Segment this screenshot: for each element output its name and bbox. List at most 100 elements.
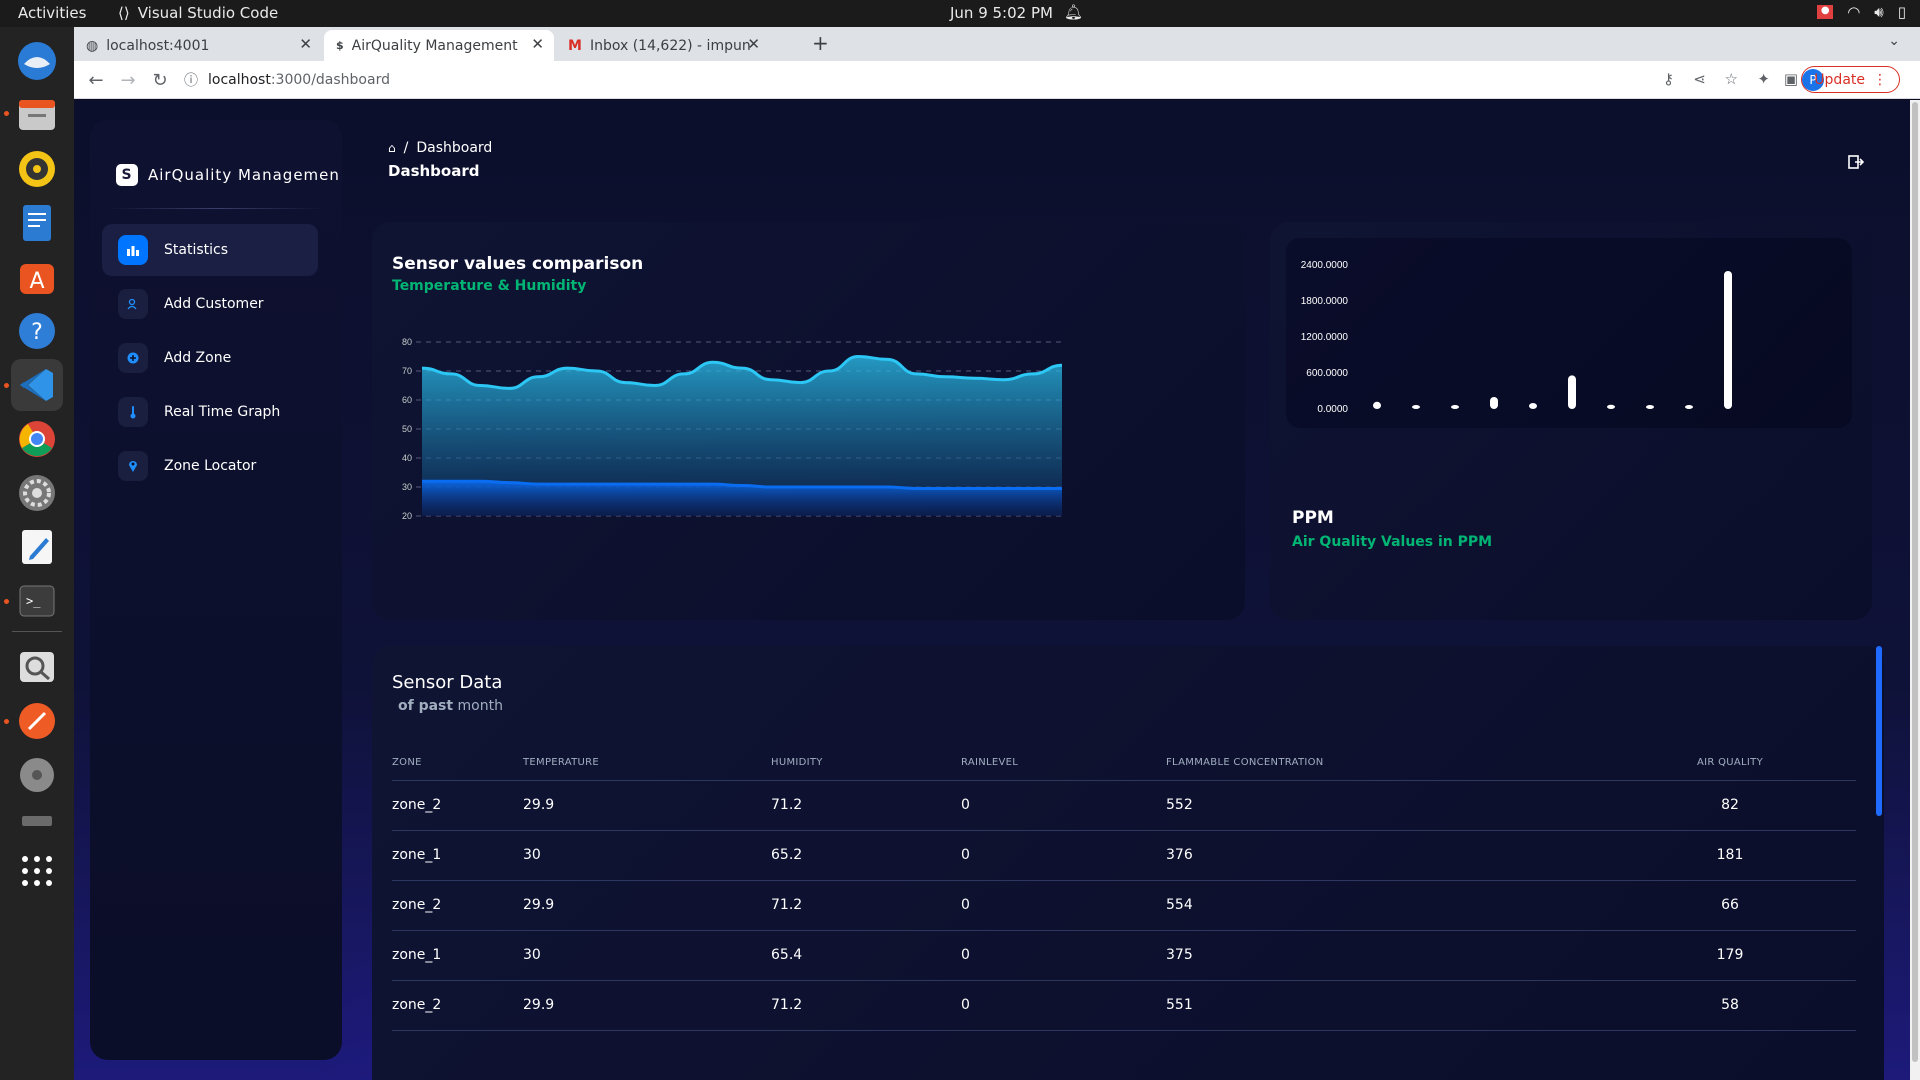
column-header-temperature[interactable]: TEMPERATURE — [523, 746, 771, 781]
brand-name: AirQuality Managemen — [148, 166, 340, 184]
sidebar-item-real-time-graph[interactable]: Real Time Graph — [102, 386, 318, 438]
ppm-bar[interactable] — [1607, 404, 1615, 409]
cell-air-quality: 179 — [1604, 930, 1856, 981]
sidebar-item-statistics[interactable]: Statistics — [102, 224, 318, 276]
browser-tab-active[interactable]: $ AirQuality Management S ✕ — [324, 30, 554, 61]
tab-search-icon[interactable]: ⌄ — [1888, 33, 1900, 49]
ppm-bar[interactable] — [1373, 401, 1381, 409]
cell-rainlevel: 0 — [961, 880, 1166, 931]
new-tab-icon[interactable]: + — [812, 31, 829, 55]
vscode-dock-icon[interactable] — [11, 359, 63, 411]
cell-zone: zone_1 — [392, 930, 523, 981]
chart-series — [421, 354, 1063, 516]
map-pin-icon — [118, 451, 148, 481]
browser-tab[interactable]: ◍ localhost:4001 ✕ — [74, 30, 322, 61]
table-header-row: ZONE TEMPERATURE HUMIDITY RAINLEVEL FLAM… — [392, 746, 1856, 781]
column-header-air-quality[interactable]: AIR QUALITY — [1604, 746, 1856, 781]
table-row[interactable]: zone_1 30 65.4 0 375 179 — [392, 930, 1856, 981]
clock[interactable]: Jun 9 5:02 PM — [950, 4, 1053, 22]
help-icon[interactable]: ? — [11, 305, 63, 357]
active-app-menu[interactable]: ⟨⟩ Visual Studio Code — [118, 4, 278, 22]
page-scrollbar[interactable] — [1910, 100, 1920, 1080]
wifi-icon: ◠ — [1847, 3, 1861, 21]
brand[interactable]: S AirQuality Managemen — [116, 164, 340, 186]
side-panel-icon[interactable]: ▣ — [1784, 70, 1798, 88]
table-row[interactable]: zone_2 29.9 71.2 0 552 82 — [392, 780, 1856, 831]
cell-zone: zone_2 — [392, 980, 523, 1031]
close-tab-icon[interactable]: ✕ — [747, 35, 760, 53]
system-tray[interactable]: ● ◠ 🔊︎ ▯ — [1817, 3, 1906, 21]
y-tick-label: 70 — [402, 366, 412, 376]
ppm-bar[interactable] — [1568, 375, 1576, 409]
breadcrumb: ⌂ / Dashboard — [388, 140, 492, 156]
settings-icon[interactable] — [11, 467, 63, 519]
url-text: localhost:3000/dashboard — [208, 72, 390, 88]
temperature-humidity-chart[interactable]: 20 30 40 50 60 70 80 — [372, 222, 1245, 620]
ppm-bar-chart[interactable]: 0.0000 600.0000 1200.0000 1800.0000 2400.000… — [1270, 222, 1872, 462]
system-top-bar: Activities ⟨⟩ Visual Studio Code Jun 9 5… — [0, 0, 1920, 27]
files-icon[interactable] — [11, 89, 63, 141]
password-key-icon[interactable]: ⚷ — [1663, 70, 1674, 88]
ppm-bar[interactable] — [1529, 403, 1537, 409]
column-header-humidity[interactable]: HUMIDITY — [771, 746, 961, 781]
terminal-icon[interactable]: >_ — [11, 575, 63, 627]
text-editor-icon[interactable] — [11, 521, 63, 573]
table-row[interactable]: zone_1 30 65.2 0 376 181 — [392, 830, 1856, 881]
chrome-icon[interactable] — [11, 413, 63, 465]
table-row[interactable]: zone_2 29.9 71.2 0 554 66 — [392, 880, 1856, 931]
sidebar-item-label: Statistics — [164, 242, 228, 258]
sidebar-item-add-customer[interactable]: Add Customer — [102, 278, 318, 330]
image-viewer-icon[interactable] — [11, 641, 63, 693]
update-label: Update — [1814, 71, 1865, 88]
sidebar-item-zone-locator[interactable]: Zone Locator — [102, 440, 318, 492]
forward-icon[interactable]: → — [116, 68, 140, 92]
browser-tab[interactable]: M Inbox (14,622) - impuni00 ✕ — [556, 30, 770, 61]
notification-bell-icon[interactable]: 🔔︎ — [1064, 3, 1083, 21]
activities-button[interactable]: Activities — [18, 4, 86, 22]
ppm-bar[interactable] — [1646, 405, 1654, 409]
cell-flammable: 376 — [1166, 830, 1604, 881]
column-header-zone[interactable]: ZONE — [392, 746, 523, 781]
cell-rainlevel: 0 — [961, 930, 1166, 981]
update-button[interactable]: Update ⋮ — [1801, 66, 1900, 93]
page-scrollbar-thumb[interactable] — [1912, 102, 1918, 1062]
y-tick-label: 1200.0000 — [1301, 332, 1349, 343]
column-header-flammable[interactable]: FLAMMABLE CONCENTRATION — [1166, 746, 1604, 781]
show-apps-icon[interactable] — [11, 845, 63, 897]
y-tick-label: 2400.0000 — [1301, 260, 1349, 271]
ppm-bar[interactable] — [1490, 397, 1498, 409]
thunderbird-icon[interactable] — [11, 35, 63, 87]
sensor-data-table: ZONE TEMPERATURE HUMIDITY RAINLEVEL FLAM… — [392, 746, 1856, 1031]
bookmark-star-icon[interactable]: ☆ — [1725, 70, 1738, 88]
active-app-name: Visual Studio Code — [137, 4, 279, 22]
close-tab-icon[interactable]: ✕ — [299, 35, 312, 53]
site-info-icon[interactable]: ⓘ — [184, 70, 198, 90]
url-path: :3000/dashboard — [270, 72, 390, 88]
app-center-icon[interactable]: A — [11, 251, 63, 303]
rhythmbox-icon[interactable] — [11, 143, 63, 195]
sidebar-item-add-zone[interactable]: Add Zone — [102, 332, 318, 384]
reload-icon[interactable]: ↻ — [148, 68, 172, 92]
y-tick-label: 60 — [402, 395, 412, 405]
share-icon[interactable]: ⋖ — [1693, 70, 1706, 88]
postman-icon[interactable] — [11, 695, 63, 747]
ppm-bar[interactable] — [1451, 405, 1459, 409]
writer-icon[interactable] — [11, 197, 63, 249]
ppm-bar[interactable] — [1412, 405, 1420, 409]
ppm-bar[interactable] — [1724, 271, 1732, 409]
cell-zone: zone_2 — [392, 780, 523, 831]
home-icon[interactable]: ⌂ — [388, 141, 396, 155]
logout-icon[interactable] — [1848, 154, 1865, 173]
ppm-bar[interactable] — [1685, 405, 1693, 409]
y-tick-label: 80 — [402, 337, 412, 347]
dock: A ? >_ — [0, 27, 74, 1080]
table-scrollbar[interactable] — [1876, 646, 1882, 816]
disk-icon[interactable] — [11, 749, 63, 801]
column-header-rainlevel[interactable]: RAINLEVEL — [961, 746, 1166, 781]
back-icon[interactable]: ← — [84, 68, 108, 92]
cell-zone: zone_1 — [392, 830, 523, 881]
close-tab-icon[interactable]: ✕ — [531, 35, 544, 53]
table-row[interactable]: zone_2 29.9 71.2 0 551 58 — [392, 980, 1856, 1031]
address-bar[interactable]: ⓘ localhost:3000/dashboard — [184, 65, 390, 95]
extensions-icon[interactable]: ✦ — [1757, 70, 1770, 88]
